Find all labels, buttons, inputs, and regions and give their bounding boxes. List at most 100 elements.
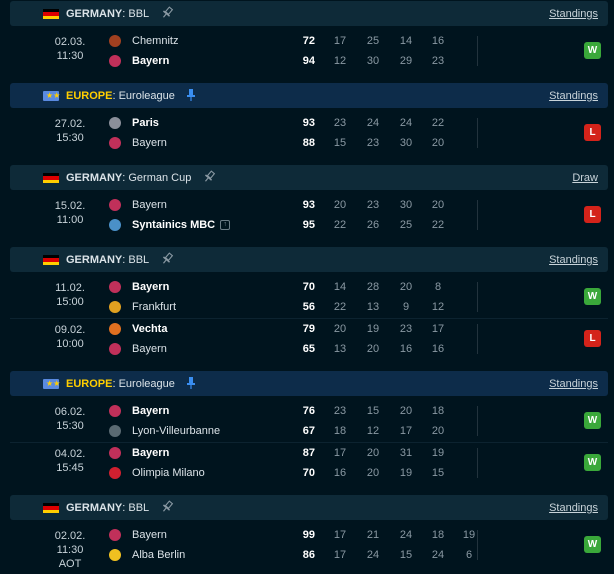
match-row[interactable]: 02.03. 11:30 Chemnitz 72 17 25 14 16 Bayern 94 12 3… — [10, 30, 608, 72]
away-period-score: 23 — [366, 137, 380, 149]
standings-link[interactable]: Standings — [549, 8, 598, 20]
team-logo-icon — [109, 281, 121, 293]
match-row[interactable]: 09.02. 10:00 Vechta 79 20 19 23 17 Bayern 65 13 20 1… — [10, 318, 608, 360]
home-team[interactable]: Bayern — [109, 401, 169, 421]
win-badge: W — [584, 288, 601, 305]
team-logo-icon — [109, 343, 121, 355]
home-team[interactable]: Bayern — [109, 525, 167, 545]
home-score: 99 — [302, 529, 315, 541]
home-period-score: 24 — [366, 117, 380, 129]
league-name[interactable]: GERMANY: BBL — [66, 254, 149, 266]
home-period-score: 25 — [366, 35, 380, 47]
match-datetime: 02.02. 11:30 AOT — [50, 529, 90, 571]
away-team[interactable]: Frankfurt — [109, 297, 176, 317]
column-divider — [477, 36, 478, 66]
team-name: Olimpia Milano — [132, 467, 205, 479]
home-score: 76 — [302, 405, 315, 417]
match-datetime: 04.02. 15:45 — [50, 447, 90, 475]
pin-icon[interactable] — [184, 88, 198, 102]
league-name[interactable]: GERMANY: German Cup — [66, 172, 191, 184]
team-name: Frankfurt — [132, 301, 177, 313]
home-score: 93 — [302, 117, 315, 129]
home-period-score: 20 — [399, 281, 413, 293]
league-competition: Euroleague — [118, 378, 175, 390]
away-period-score: 23 — [431, 55, 445, 67]
promotion-arrow-icon: ↑ — [220, 220, 231, 230]
league-country: EUROPE — [66, 378, 113, 390]
team-name: Chemnitz — [132, 35, 179, 47]
away-score: 70 — [302, 467, 315, 479]
match-time: 11:30 — [56, 50, 84, 62]
standings-link[interactable]: Standings — [549, 90, 598, 102]
away-team[interactable]: Bayern — [109, 133, 167, 153]
home-period-score: 17 — [333, 35, 347, 47]
match-row[interactable]: 02.02. 11:30 AOT Bayern 99 17 21 24 18 19 Alba Ber… — [10, 524, 608, 570]
home-period-score: 18 — [431, 405, 445, 417]
team-name: Lyon-Villeurbanne — [132, 425, 221, 437]
league-name[interactable]: GERMANY: BBL — [66, 502, 149, 514]
league-header: ★★ EUROPE: Euroleague Standings — [10, 83, 608, 108]
away-score: 65 — [302, 343, 315, 355]
home-period-score: 20 — [431, 199, 445, 211]
column-divider — [477, 282, 478, 312]
match-row[interactable]: 06.02. 15:30 Bayern 76 23 15 20 18 Lyon-Villeurb… — [10, 400, 608, 442]
pin-icon[interactable] — [202, 170, 216, 184]
pin-icon[interactable] — [160, 6, 174, 20]
match-date: 15.02. — [54, 200, 86, 212]
draw-link[interactable]: Draw — [572, 172, 598, 184]
match-row[interactable]: 27.02. 15:30 Paris 93 23 24 24 22 Bayern 88 15 23 30… — [10, 112, 608, 154]
match-time: 11:30 — [56, 544, 84, 556]
column-divider — [477, 448, 478, 478]
home-period-score: 8 — [434, 281, 442, 293]
away-period-score: 16 — [431, 343, 445, 355]
away-team[interactable]: Bayern — [109, 51, 169, 71]
match-time: 11:00 — [56, 214, 84, 226]
home-period-score: 20 — [399, 405, 413, 417]
match-row[interactable]: 15.02. 11:00 Bayern 93 20 23 30 20 Syntainics MB… — [10, 194, 608, 236]
team-logo-icon — [109, 529, 121, 541]
home-period-score: 20 — [333, 199, 347, 211]
away-period-score: 15 — [399, 549, 413, 561]
league-header: GERMANY: German Cup Draw — [10, 165, 608, 190]
away-period-score: 15 — [333, 137, 347, 149]
match-datetime: 09.02. 10:00 — [50, 323, 90, 351]
away-period-score: 30 — [399, 137, 413, 149]
home-team[interactable]: Bayern — [109, 277, 169, 297]
standings-link[interactable]: Standings — [549, 502, 598, 514]
league-name[interactable]: EUROPE: Euroleague — [66, 90, 175, 102]
home-score: 79 — [302, 323, 315, 335]
pin-icon[interactable] — [184, 376, 198, 390]
away-team[interactable]: Bayern — [109, 339, 167, 359]
away-team[interactable]: Syntainics MBC ↑ — [109, 215, 231, 235]
away-period-score: 12 — [431, 301, 445, 313]
away-period-score: 25 — [399, 219, 413, 231]
home-team[interactable]: Paris — [109, 113, 159, 133]
league-name[interactable]: EUROPE: Euroleague — [66, 378, 175, 390]
win-badge: W — [584, 536, 601, 553]
away-team[interactable]: Olimpia Milano — [109, 463, 205, 483]
away-period-score: 24 — [366, 549, 380, 561]
home-period-score: 17 — [431, 323, 445, 335]
pin-icon[interactable] — [160, 500, 174, 514]
match-time: 15:30 — [56, 420, 84, 432]
match-row[interactable]: 04.02. 15:45 Bayern 87 17 20 31 19 Olimpia Milan… — [10, 442, 608, 484]
win-badge: W — [584, 412, 601, 429]
league-name[interactable]: GERMANY: BBL — [66, 8, 149, 20]
team-name: Vechta — [132, 323, 168, 335]
home-team[interactable]: Bayern — [109, 195, 167, 215]
team-name: Alba Berlin — [132, 549, 186, 561]
home-team[interactable]: Chemnitz — [109, 31, 178, 51]
standings-link[interactable]: Standings — [549, 254, 598, 266]
standings-link[interactable]: Standings — [549, 378, 598, 390]
away-team[interactable]: Lyon-Villeurbanne — [109, 421, 220, 441]
home-score: 93 — [302, 199, 315, 211]
match-row[interactable]: 11.02. 15:00 Bayern 70 14 28 20 8 Frankfurt 56 22 1… — [10, 276, 608, 318]
home-period-score: 17 — [333, 529, 347, 541]
league-competition: BBL — [128, 254, 150, 266]
away-period-score: 18 — [333, 425, 347, 437]
away-team[interactable]: Alba Berlin — [109, 545, 185, 565]
home-period-score: 22 — [431, 117, 445, 129]
home-team[interactable]: Bayern — [109, 443, 169, 463]
pin-icon[interactable] — [160, 252, 174, 266]
home-team[interactable]: Vechta — [109, 319, 167, 339]
